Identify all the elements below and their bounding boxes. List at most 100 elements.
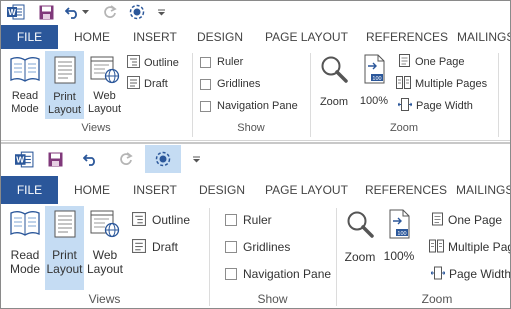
- print-layout-label: Print Layout: [47, 91, 82, 116]
- one-page-button[interactable]: One Page: [398, 54, 465, 70]
- customize-qat-icon[interactable]: [156, 7, 166, 17]
- tab-insert[interactable]: INSERT: [133, 25, 177, 49]
- tab-design[interactable]: DESIGN: [199, 176, 245, 204]
- views-group-label: Views: [81, 122, 111, 134]
- read-mode-label: Read Mode: [11, 90, 39, 115]
- tab-mailings[interactable]: MAILINGS: [456, 176, 510, 204]
- ribbon-body: Read Mode Print Layout Web Layout Outlin…: [1, 204, 511, 308]
- one-page-label: One Page: [415, 56, 465, 68]
- group-separator: [498, 53, 499, 137]
- show-group-label: Show: [257, 292, 288, 306]
- navigation-pane-checkbox[interactable]: Navigation Pane: [225, 265, 331, 283]
- svg-text:100: 100: [397, 231, 406, 237]
- tab-home[interactable]: HOME: [74, 25, 110, 49]
- multiple-pages-label: Multiple Pages: [448, 240, 510, 254]
- word-app-icon[interactable]: W: [7, 4, 25, 20]
- read-mode-button[interactable]: Read Mode: [6, 207, 44, 287]
- quick-access-toolbar: W: [1, 144, 510, 174]
- screenshot-frame: W FILE HOME INSERT DESIGN PAGE LAYOUT RE…: [0, 0, 511, 309]
- gridlines-checkbox-box[interactable]: [225, 241, 237, 253]
- gridlines-checkbox-box[interactable]: [200, 78, 211, 90]
- page-width-label: Page Width: [449, 267, 511, 281]
- navigation-pane-checkbox-box[interactable]: [225, 268, 237, 280]
- svg-text:W: W: [16, 154, 24, 164]
- undo-icon[interactable]: [82, 151, 99, 167]
- tab-page-layout[interactable]: PAGE LAYOUT: [265, 25, 348, 49]
- tab-references[interactable]: REFERENCES: [365, 176, 447, 204]
- tab-mailings[interactable]: MAILINGS: [457, 25, 510, 49]
- print-layout-button[interactable]: Print Layout: [45, 51, 84, 119]
- gridlines-checkbox[interactable]: Gridlines: [225, 238, 290, 256]
- page-width-button[interactable]: Page Width: [430, 265, 511, 283]
- one-page-label: One Page: [448, 213, 503, 227]
- tab-page-layout[interactable]: PAGE LAYOUT: [265, 176, 348, 204]
- redo-icon[interactable]: [118, 151, 134, 167]
- ruler-checkbox-box[interactable]: [200, 56, 211, 68]
- touch-mode-icon[interactable]: [128, 3, 146, 21]
- zoom-100-label: 100%: [359, 95, 389, 107]
- ruler-label: Ruler: [217, 56, 244, 68]
- outline-icon: [132, 211, 146, 229]
- zoom-group-label: Zoom: [389, 122, 419, 134]
- print-layout-button[interactable]: Print Layout: [45, 206, 84, 290]
- web-layout-button[interactable]: Web Layout: [86, 52, 123, 118]
- zoom-100-button[interactable]: 100 100%: [356, 52, 392, 118]
- save-icon[interactable]: [38, 4, 54, 20]
- navigation-pane-checkbox[interactable]: Navigation Pane: [200, 98, 298, 114]
- touch-mode-icon[interactable]: [145, 145, 181, 173]
- zoom-button[interactable]: Zoom: [341, 207, 379, 287]
- customize-qat-icon[interactable]: [191, 154, 201, 164]
- page-width-icon: [397, 98, 413, 114]
- zoom-label: Zoom: [319, 96, 349, 108]
- zoom-group-label: Zoom: [421, 292, 453, 306]
- tab-insert[interactable]: INSERT: [133, 176, 177, 204]
- web-layout-label: Web Layout: [86, 248, 124, 276]
- zoom-100-button[interactable]: 100 100%: [381, 207, 417, 287]
- draft-button[interactable]: Draft: [132, 238, 178, 256]
- word-app-icon[interactable]: W: [14, 150, 34, 168]
- read-mode-button[interactable]: Read Mode: [6, 52, 44, 118]
- tab-file[interactable]: FILE: [1, 176, 58, 204]
- multiple-pages-button[interactable]: Multiple Pages: [396, 76, 487, 92]
- outline-button[interactable]: Outline: [132, 211, 190, 229]
- ruler-checkbox[interactable]: Ruler: [200, 54, 243, 70]
- tab-home[interactable]: HOME: [74, 176, 110, 204]
- zoom-button[interactable]: Zoom: [316, 52, 352, 118]
- gridlines-label: Gridlines: [217, 78, 261, 90]
- ribbon-body: Read Mode Print Layout Web Layout Outlin…: [1, 49, 510, 141]
- undo-icon[interactable]: [64, 4, 80, 20]
- ruler-checkbox-box[interactable]: [225, 214, 237, 226]
- draft-button[interactable]: Draft: [127, 76, 168, 92]
- draft-label: Draft: [152, 240, 179, 254]
- page-width-button[interactable]: Page Width: [397, 98, 473, 114]
- page-width-icon: [430, 266, 446, 283]
- outline-button[interactable]: Outline: [127, 55, 179, 71]
- magnifier-icon: [320, 55, 348, 88]
- ribbon-panel-small: W FILE HOME INSERT DESIGN PAGE LAYOUT RE…: [1, 1, 510, 143]
- navigation-pane-checkbox-box[interactable]: [200, 100, 211, 112]
- multiple-pages-label: Multiple Pages: [415, 78, 488, 90]
- save-icon[interactable]: [47, 151, 63, 167]
- tab-file[interactable]: FILE: [1, 25, 58, 49]
- redo-icon[interactable]: [102, 4, 117, 20]
- outline-icon: [127, 55, 140, 71]
- one-page-icon: [431, 212, 444, 229]
- outline-label: Outline: [144, 57, 179, 69]
- undo-dropdown-icon[interactable]: [81, 6, 89, 18]
- multiple-pages-button[interactable]: Multiple Pages: [429, 238, 510, 256]
- print-layout-label: Print Layout: [46, 248, 83, 276]
- web-layout-button[interactable]: Web Layout: [86, 207, 124, 287]
- ribbon-tabs: FILE HOME INSERT DESIGN PAGE LAYOUT REFE…: [1, 176, 510, 204]
- ribbon-tabs: FILE HOME INSERT DESIGN PAGE LAYOUT REFE…: [1, 25, 510, 49]
- web-layout-icon: [90, 210, 120, 243]
- tab-design[interactable]: DESIGN: [197, 25, 243, 49]
- one-page-icon: [398, 54, 411, 70]
- gridlines-checkbox[interactable]: Gridlines: [200, 76, 260, 92]
- one-page-button[interactable]: One Page: [431, 211, 502, 229]
- ruler-checkbox[interactable]: Ruler: [225, 211, 272, 229]
- tab-references[interactable]: REFERENCES: [366, 25, 448, 49]
- zoom-label: Zoom: [344, 250, 376, 264]
- draft-label: Draft: [144, 78, 168, 90]
- draft-icon: [127, 76, 140, 92]
- web-layout-icon: [90, 56, 120, 89]
